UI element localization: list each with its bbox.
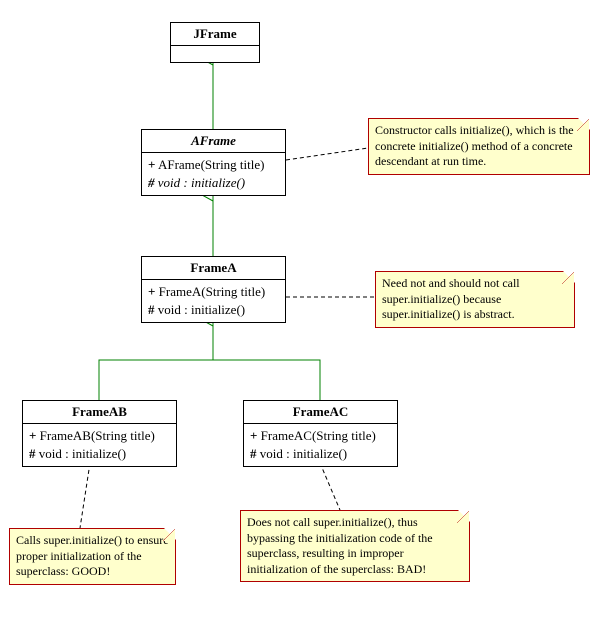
note-frameac: Does not call super.initialize(), thus b… xyxy=(240,510,470,582)
class-frameab-body: + FrameAB(String title) # void : initial… xyxy=(23,424,176,466)
class-aframe-title: AFrame xyxy=(142,130,285,153)
class-jframe-body xyxy=(171,46,259,62)
anchor-n1 xyxy=(286,148,368,160)
class-frameac-title: FrameAC xyxy=(244,401,397,424)
class-frameab: FrameAB + FrameAB(String title) # void :… xyxy=(22,400,177,467)
aframe-ctor: + AFrame(String title) xyxy=(148,156,279,174)
class-frameac: FrameAC + FrameAC(String title) # void :… xyxy=(243,400,398,467)
class-framea: FrameA + FrameA(String title) # void : i… xyxy=(141,256,286,323)
aframe-init: # void : initialize() xyxy=(148,174,279,192)
class-aframe-body: + AFrame(String title) # void : initiali… xyxy=(142,153,285,195)
class-frameac-body: + FrameAC(String title) # void : initial… xyxy=(244,424,397,466)
note-aframe: Constructor calls initialize(), which is… xyxy=(368,118,590,175)
class-jframe: JFrame xyxy=(170,22,260,63)
framea-init: # void : initialize() xyxy=(148,301,279,319)
class-framea-body: + FrameA(String title) # void : initiali… xyxy=(142,280,285,322)
anchor-n3 xyxy=(80,463,90,528)
class-frameab-title: FrameAB xyxy=(23,401,176,424)
frameab-ctor: + FrameAB(String title) xyxy=(29,427,170,445)
note-framea: Need not and should not call super.initi… xyxy=(375,271,575,328)
anchor-n4 xyxy=(320,463,340,510)
note-aframe-text: Constructor calls initialize(), which is… xyxy=(375,123,574,168)
frameab-init: # void : initialize() xyxy=(29,445,170,463)
frameac-ctor: + FrameAC(String title) xyxy=(250,427,391,445)
frameac-init: # void : initialize() xyxy=(250,445,391,463)
gen-horizontal xyxy=(99,360,320,400)
class-aframe: AFrame + AFrame(String title) # void : i… xyxy=(141,129,286,196)
note-frameac-text: Does not call super.initialize(), thus b… xyxy=(247,515,433,576)
class-jframe-title: JFrame xyxy=(171,23,259,46)
note-frameab-text: Calls super.initialize() to ensure prope… xyxy=(16,533,169,578)
note-framea-text: Need not and should not call super.initi… xyxy=(382,276,520,321)
note-frameab: Calls super.initialize() to ensure prope… xyxy=(9,528,176,585)
class-framea-title: FrameA xyxy=(142,257,285,280)
framea-ctor: + FrameA(String title) xyxy=(148,283,279,301)
